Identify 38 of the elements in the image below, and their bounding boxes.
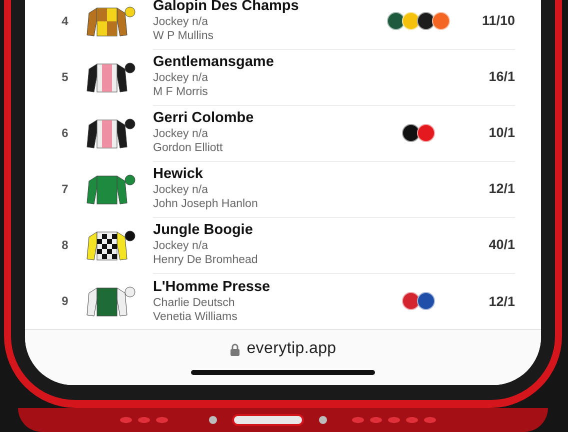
- odds[interactable]: 10/1: [455, 125, 515, 140]
- horse-name: Gentlemansgame: [153, 54, 275, 71]
- odds[interactable]: 12/1: [455, 181, 515, 196]
- odds[interactable]: 16/1: [455, 69, 515, 84]
- bookmaker-logo-icon[interactable]: [402, 292, 420, 310]
- odds[interactable]: 12/1: [455, 294, 515, 308]
- jockey-name: Jockey n/a: [153, 71, 209, 85]
- trainer-name: Henry De Bromhead: [153, 253, 259, 267]
- runner-number: 6: [60, 126, 70, 140]
- odds[interactable]: 11/10: [455, 13, 515, 28]
- bookmaker-logo-icon[interactable]: [402, 12, 420, 30]
- jockey-name: Jockey n/a: [153, 183, 209, 197]
- trainer-name: John Joseph Hanlon: [153, 197, 259, 211]
- runner-number: 7: [60, 182, 70, 196]
- horse-name: Gerri Colombe: [153, 110, 255, 127]
- url-text[interactable]: everytip.app: [246, 340, 336, 358]
- address-bar[interactable]: everytip.app: [25, 329, 541, 385]
- bookmaker-logo-icon[interactable]: [387, 12, 405, 30]
- trainer-name: W P Mullins: [153, 29, 214, 43]
- bookmaker-logo-icon[interactable]: [417, 12, 435, 30]
- runner-number: 8: [60, 238, 70, 252]
- jockey-name: Charlie Deutsch: [153, 296, 236, 310]
- trainer-name: M F Morris: [153, 85, 209, 99]
- horse-name: Jungle Boogie: [153, 222, 254, 239]
- runner-number: 4: [60, 14, 70, 28]
- horse-name: L'Homme Presse: [153, 278, 272, 296]
- horse-name: Hewick: [153, 166, 204, 183]
- jockey-name: Jockey n/a: [153, 127, 209, 141]
- trainer-name: Gordon Elliott: [153, 141, 224, 155]
- jockey-name: Jockey n/a: [153, 239, 209, 253]
- runner-number: 9: [60, 294, 70, 308]
- bookmaker-logo-icon[interactable]: [417, 292, 435, 310]
- lock-icon: [230, 342, 240, 356]
- bookmaker-logo-icon[interactable]: [402, 124, 420, 142]
- runner-number: 5: [60, 70, 70, 84]
- odds[interactable]: 40/1: [455, 237, 515, 252]
- trainer-name: Venetia Williams: [153, 310, 238, 324]
- jockey-name: Jockey n/a: [153, 15, 209, 29]
